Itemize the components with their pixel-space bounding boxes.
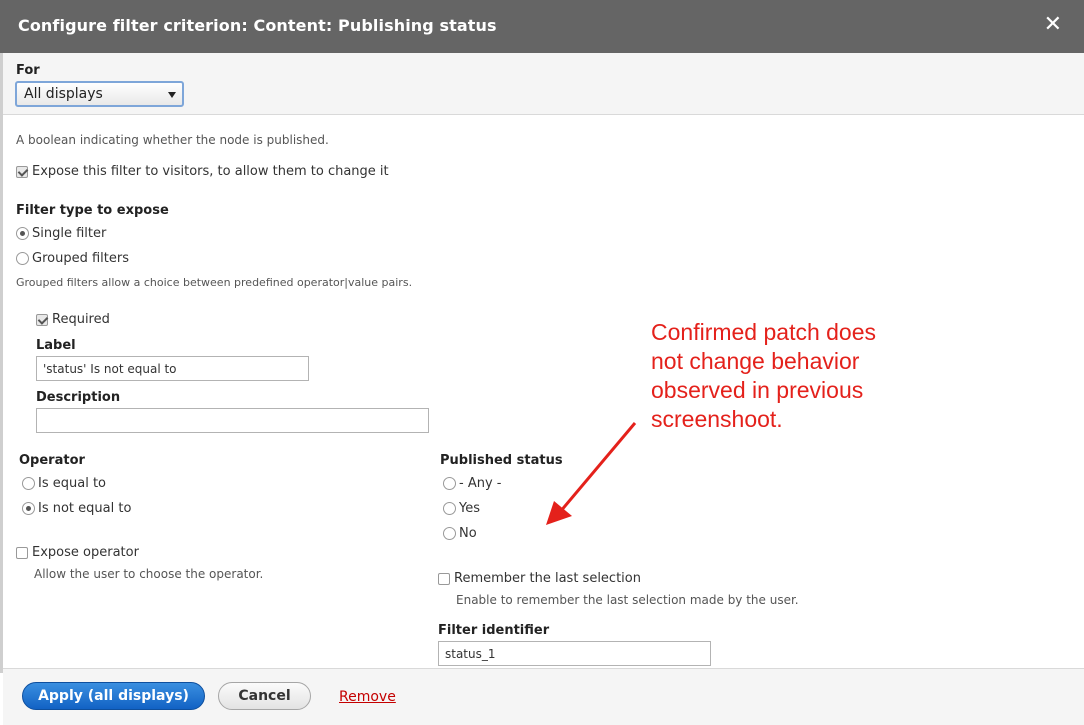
dialog-title: Configure filter criterion: Content: Pub…: [18, 16, 497, 35]
dialog-footer: Apply (all displays) Cancel Remove: [3, 668, 1084, 725]
expose-filter-checkbox[interactable]: [16, 166, 28, 178]
filter-identifier-heading: Filter identifier: [438, 623, 550, 638]
single-filter-label[interactable]: Single filter: [32, 226, 106, 241]
annotation-line: screenshoot.: [651, 406, 783, 432]
filter-identifier-input[interactable]: [438, 641, 711, 666]
annotation-line: Confirmed patch does: [651, 319, 877, 345]
grouped-filters-label[interactable]: Grouped filters: [32, 251, 129, 266]
filter-type-heading: Filter type to expose: [16, 203, 169, 218]
for-label: For: [16, 63, 40, 78]
yes-radio[interactable]: [443, 502, 456, 515]
for-bar: For All displays: [3, 53, 1084, 115]
cancel-button[interactable]: Cancel: [218, 682, 311, 710]
operator-heading: Operator: [19, 453, 85, 468]
required-checkbox[interactable]: [36, 314, 48, 326]
for-select[interactable]: All displays: [15, 81, 184, 107]
annotation-arrow-icon: [546, 422, 637, 525]
annotation-line: observed in previous: [651, 377, 864, 403]
dialog-left-edge: [0, 53, 3, 673]
any-label[interactable]: - Any -: [459, 476, 501, 491]
grouped-filters-help: Grouped filters allow a choice between p…: [16, 276, 413, 289]
expose-operator-checkbox[interactable]: [16, 547, 28, 559]
label-input[interactable]: [36, 356, 309, 381]
no-label[interactable]: No: [459, 526, 477, 541]
description-field-heading: Description: [36, 390, 121, 405]
remove-link[interactable]: Remove: [339, 689, 396, 705]
is-equal-to-label[interactable]: Is equal to: [38, 476, 106, 491]
required-label[interactable]: Required: [52, 312, 110, 327]
close-icon[interactable]: ✕: [1044, 13, 1062, 37]
any-radio[interactable]: [443, 477, 456, 490]
expose-operator-label[interactable]: Expose operator: [32, 545, 139, 560]
remember-selection-help: Enable to remember the last selection ma…: [456, 593, 799, 607]
yes-label[interactable]: Yes: [459, 501, 480, 516]
remember-selection-label[interactable]: Remember the last selection: [454, 571, 641, 586]
single-filter-radio[interactable]: [16, 227, 29, 240]
for-select-value: All displays: [24, 86, 103, 102]
label-field-heading: Label: [36, 338, 76, 353]
annotation-line: not change behavior: [651, 348, 860, 374]
remember-selection-checkbox[interactable]: [438, 573, 450, 585]
is-equal-to-radio[interactable]: [22, 477, 35, 490]
is-not-equal-to-radio[interactable]: [22, 502, 35, 515]
dialog-titlebar: Configure filter criterion: Content: Pub…: [0, 0, 1084, 53]
filter-description: A boolean indicating whether the node is…: [16, 133, 329, 147]
expose-operator-help: Allow the user to choose the operator.: [34, 567, 264, 581]
expose-filter-label[interactable]: Expose this filter to visitors, to allow…: [32, 164, 389, 179]
description-input[interactable]: [36, 408, 429, 433]
chevron-down-icon: [168, 92, 176, 98]
apply-button[interactable]: Apply (all displays): [22, 682, 205, 710]
grouped-filters-radio[interactable]: [16, 252, 29, 265]
is-not-equal-to-label[interactable]: Is not equal to: [38, 501, 131, 516]
no-radio[interactable]: [443, 527, 456, 540]
annotation-text: Confirmed patch does not change behavior…: [651, 318, 951, 434]
